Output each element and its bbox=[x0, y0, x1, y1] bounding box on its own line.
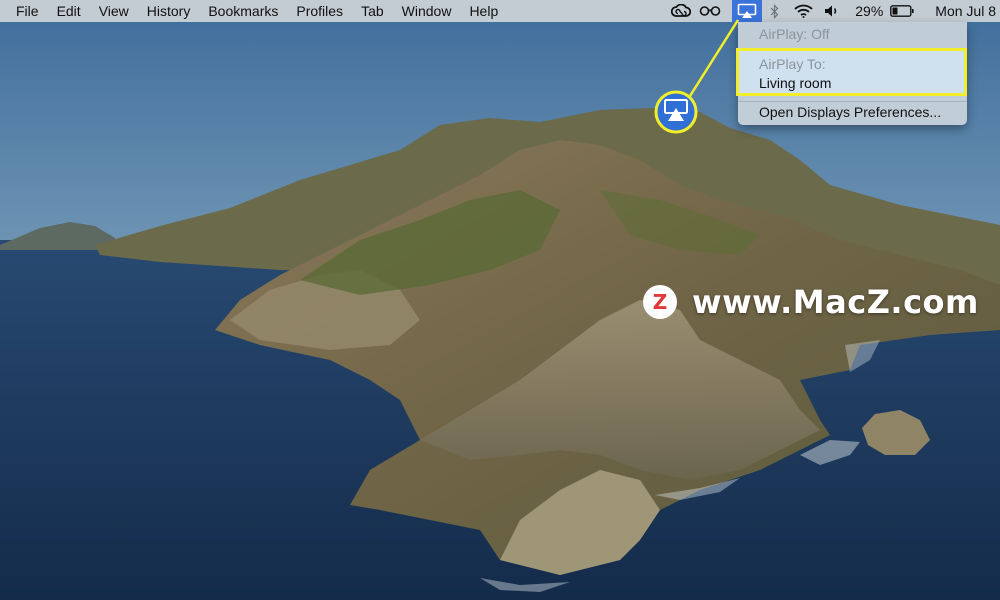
app-menus: File Edit View History Bookmarks Profile… bbox=[0, 0, 507, 22]
glasses-icon[interactable] bbox=[697, 0, 723, 22]
menu-divider bbox=[738, 101, 967, 102]
menu-clock[interactable]: Mon Jul 8 bbox=[935, 0, 1000, 22]
airplay-icon[interactable] bbox=[732, 0, 763, 22]
status-area: 29% Mon Jul 8 bbox=[669, 0, 1000, 22]
menu-file[interactable]: File bbox=[16, 0, 48, 22]
menu-tab[interactable]: Tab bbox=[352, 0, 393, 22]
battery-icon[interactable] bbox=[889, 0, 915, 22]
airplay-to-label: AirPlay To: bbox=[759, 56, 826, 72]
airplay-device-living-room[interactable]: Living room bbox=[759, 75, 831, 91]
volume-icon[interactable] bbox=[823, 0, 841, 22]
battery-percent: 29% bbox=[855, 3, 884, 19]
menu-view[interactable]: View bbox=[90, 0, 138, 22]
watermark: Z www.MacZ.com bbox=[642, 283, 979, 321]
wifi-icon[interactable] bbox=[793, 0, 813, 22]
menu-profiles[interactable]: Profiles bbox=[287, 0, 352, 22]
creative-cloud-icon[interactable] bbox=[669, 0, 693, 22]
menu-history[interactable]: History bbox=[138, 0, 200, 22]
watermark-text: www.MacZ.com bbox=[692, 283, 979, 321]
menu-help[interactable]: Help bbox=[460, 0, 507, 22]
menu-window[interactable]: Window bbox=[393, 0, 461, 22]
watermark-logo: Z bbox=[643, 285, 677, 319]
menu-bookmarks[interactable]: Bookmarks bbox=[199, 0, 287, 22]
open-displays-preferences[interactable]: Open Displays Preferences... bbox=[759, 104, 941, 120]
menu-edit[interactable]: Edit bbox=[48, 0, 90, 22]
bluetooth-icon[interactable] bbox=[767, 0, 781, 22]
menu-bar: File Edit View History Bookmarks Profile… bbox=[0, 0, 1000, 22]
airplay-status: AirPlay: Off bbox=[759, 26, 830, 42]
svg-text:Z: Z bbox=[653, 290, 668, 314]
airplay-dropdown: AirPlay: Off AirPlay To: Living room Ope… bbox=[736, 22, 967, 125]
